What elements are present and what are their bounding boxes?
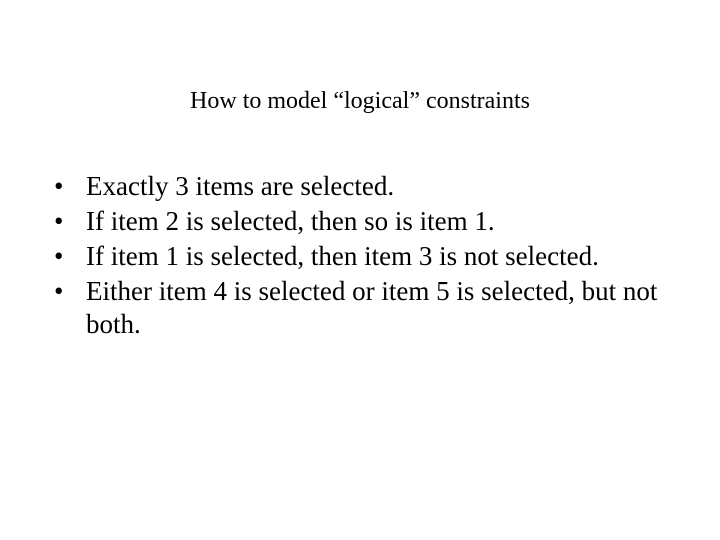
bullet-icon: • — [48, 205, 86, 238]
bullet-icon: • — [48, 170, 86, 203]
bullet-icon: • — [48, 275, 86, 308]
slide-title: How to model “logical” constraints — [0, 88, 720, 115]
slide: How to model “logical” constraints • Exa… — [0, 0, 720, 540]
list-item: • Exactly 3 items are selected. — [48, 170, 660, 203]
bullet-text: Exactly 3 items are selected. — [86, 170, 660, 203]
bullet-text: Either item 4 is selected or item 5 is s… — [86, 275, 660, 341]
bullet-icon: • — [48, 240, 86, 273]
bullet-text: If item 2 is selected, then so is item 1… — [86, 205, 660, 238]
list-item: • If item 1 is selected, then item 3 is … — [48, 240, 660, 273]
list-item: • Either item 4 is selected or item 5 is… — [48, 275, 660, 341]
list-item: • If item 2 is selected, then so is item… — [48, 205, 660, 238]
bullet-text: If item 1 is selected, then item 3 is no… — [86, 240, 660, 273]
bullet-list: • Exactly 3 items are selected. • If ite… — [48, 170, 660, 343]
